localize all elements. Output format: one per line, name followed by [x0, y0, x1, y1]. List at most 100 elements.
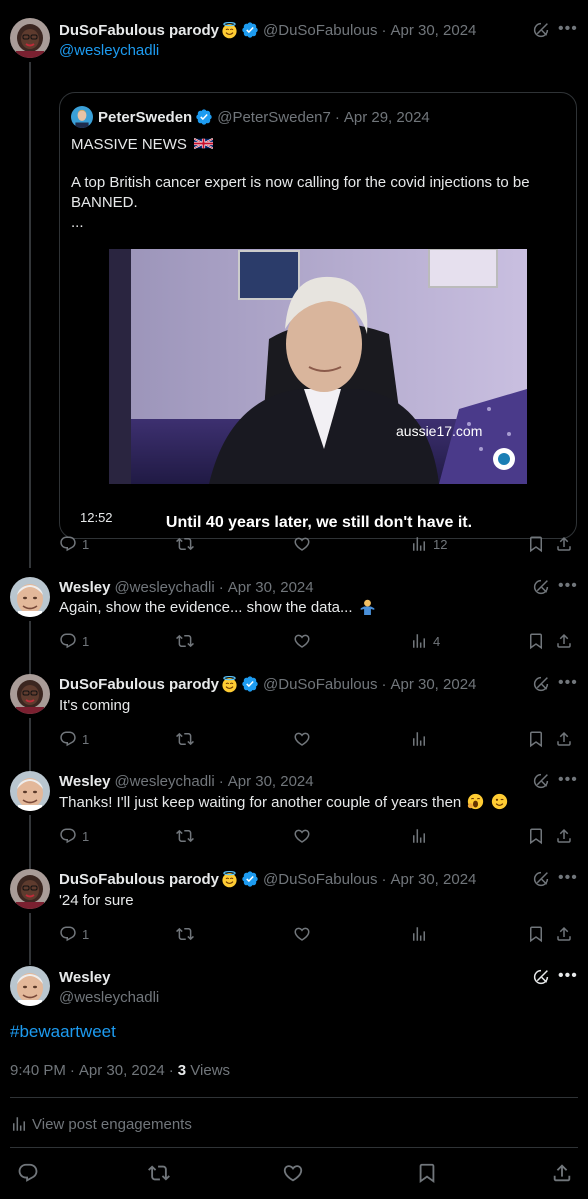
author-name[interactable]: Wesley — [59, 579, 110, 596]
author-name[interactable]: Wesley — [59, 969, 110, 986]
separator-dot: · — [334, 108, 340, 126]
author-handle[interactable]: @wesleychadli — [59, 989, 159, 1006]
reply-button[interactable]: 1 — [59, 826, 89, 846]
reply-button[interactable] — [17, 1162, 39, 1184]
post-time[interactable]: 9:40 PM — [10, 1062, 66, 1079]
post-date[interactable]: Apr 30, 2024 — [228, 773, 314, 790]
author-handle[interactable]: @DuSoFabulous — [263, 871, 377, 888]
quoted-post[interactable]: PeterSweden @PeterSweden7 · Apr 29, 2024… — [59, 92, 577, 539]
reply-mention[interactable]: @wesleychadli — [59, 41, 159, 61]
share-button[interactable] — [555, 729, 573, 749]
share-button[interactable] — [555, 826, 573, 846]
avatar-wesley[interactable] — [10, 577, 50, 617]
thread-line — [29, 913, 31, 965]
thread-post-1[interactable]: DuSoFabulous parody @DuSoFabulous · Apr … — [0, 18, 588, 568]
author-name[interactable]: DuSoFabulous parody — [59, 871, 219, 888]
post-date[interactable]: Apr 30, 2024 — [390, 871, 476, 888]
more-icon[interactable]: ••• — [558, 578, 578, 596]
author-name[interactable]: DuSoFabulous parody — [59, 676, 219, 693]
views-button[interactable]: 4 — [410, 631, 440, 651]
like-button[interactable] — [282, 1162, 304, 1184]
bookmark-button[interactable] — [527, 534, 545, 554]
reply-button[interactable]: 1 — [59, 631, 89, 651]
post-date[interactable]: Apr 30, 2024 — [390, 22, 476, 39]
thread-post-2[interactable]: Wesley @wesleychadli · Apr 30, 2024 ••• … — [0, 577, 588, 675]
avatar-dusofabulous[interactable] — [10, 869, 50, 909]
views-button[interactable] — [410, 924, 428, 944]
more-icon[interactable]: ••• — [558, 870, 578, 888]
bookmark-button[interactable] — [527, 826, 545, 846]
verified-badge-icon[interactable] — [241, 675, 259, 693]
author-handle[interactable]: @DuSoFabulous — [263, 22, 377, 39]
views-button[interactable] — [410, 729, 428, 749]
like-icon — [293, 730, 311, 748]
post-date[interactable]: Apr 30, 2024 — [390, 676, 476, 693]
avatar-wesley[interactable] — [10, 966, 50, 1006]
share-button[interactable] — [555, 631, 573, 651]
reply-count: 1 — [82, 828, 90, 844]
hashtag-link[interactable]: #bewaartweet — [10, 1022, 116, 1042]
bookmark-button[interactable] — [527, 729, 545, 749]
reply-button[interactable]: 1 — [59, 924, 89, 944]
verified-badge-icon[interactable] — [241, 21, 259, 39]
repost-button[interactable] — [148, 1162, 170, 1184]
thread-post-3[interactable]: DuSoFabulous parody @DuSoFabulous · Apr … — [0, 674, 588, 772]
avatar-dusofabulous[interactable] — [10, 18, 50, 58]
video-player[interactable]: aussie17.com — [109, 249, 527, 484]
repost-button[interactable] — [176, 826, 194, 846]
avatar-dusofabulous[interactable] — [10, 674, 50, 714]
quote-author-handle: @PeterSweden7 — [217, 108, 331, 126]
smiling-face-with-halo-icon — [221, 22, 238, 39]
views-button[interactable] — [410, 826, 428, 846]
thread-post-4[interactable]: Wesley @wesleychadli · Apr 30, 2024 ••• … — [0, 771, 588, 869]
views-button[interactable]: 12 — [410, 534, 447, 554]
author-handle[interactable]: @wesleychadli — [114, 773, 214, 790]
reply-button[interactable]: 1 — [59, 729, 89, 749]
post-actions: 1 — [59, 826, 579, 846]
repost-button[interactable] — [176, 924, 194, 944]
divider — [10, 1147, 578, 1148]
like-icon — [282, 1162, 304, 1184]
view-count: 12 — [433, 536, 448, 552]
author-handle[interactable]: @wesleychadli — [114, 579, 214, 596]
bookmark-button[interactable] — [416, 1162, 438, 1184]
view-post-engagements-link[interactable]: View post engagements — [10, 1114, 192, 1134]
avatar-petersweden — [71, 106, 93, 128]
avatar-wesley[interactable] — [10, 771, 50, 811]
post-full-date[interactable]: Apr 30, 2024 — [79, 1062, 165, 1079]
share-icon — [555, 925, 573, 943]
verified-badge-icon[interactable] — [241, 870, 259, 888]
grok-icon[interactable] — [532, 675, 550, 693]
grok-icon[interactable] — [532, 968, 550, 986]
bookmark-button[interactable] — [527, 631, 545, 651]
bookmark-icon — [527, 632, 545, 650]
more-icon[interactable]: ••• — [558, 21, 578, 39]
share-button[interactable] — [555, 534, 573, 554]
share-button[interactable] — [551, 1162, 573, 1184]
grok-icon[interactable] — [532, 772, 550, 790]
repost-button[interactable] — [176, 534, 194, 554]
like-button[interactable] — [293, 924, 311, 944]
share-button[interactable] — [555, 924, 573, 944]
quote-headline: MASSIVE NEWS — [71, 136, 187, 153]
more-icon[interactable]: ••• — [558, 772, 578, 790]
reply-button[interactable]: 1 — [59, 534, 89, 554]
reply-icon — [59, 925, 77, 943]
repost-button[interactable] — [176, 631, 194, 651]
author-name[interactable]: Wesley — [59, 773, 110, 790]
grok-icon[interactable] — [532, 578, 550, 596]
grok-icon[interactable] — [532, 21, 550, 39]
more-icon[interactable]: ••• — [558, 968, 578, 986]
like-button[interactable] — [293, 534, 311, 554]
like-button[interactable] — [293, 826, 311, 846]
post-date[interactable]: Apr 30, 2024 — [228, 579, 314, 596]
thread-post-5[interactable]: DuSoFabulous parody @DuSoFabulous · Apr … — [0, 869, 588, 965]
more-icon[interactable]: ••• — [558, 675, 578, 693]
author-name[interactable]: DuSoFabulous parody — [59, 22, 219, 39]
grok-icon[interactable] — [532, 870, 550, 888]
author-handle[interactable]: @DuSoFabulous — [263, 676, 377, 693]
like-button[interactable] — [293, 631, 311, 651]
bookmark-button[interactable] — [527, 924, 545, 944]
repost-button[interactable] — [176, 729, 194, 749]
like-button[interactable] — [293, 729, 311, 749]
